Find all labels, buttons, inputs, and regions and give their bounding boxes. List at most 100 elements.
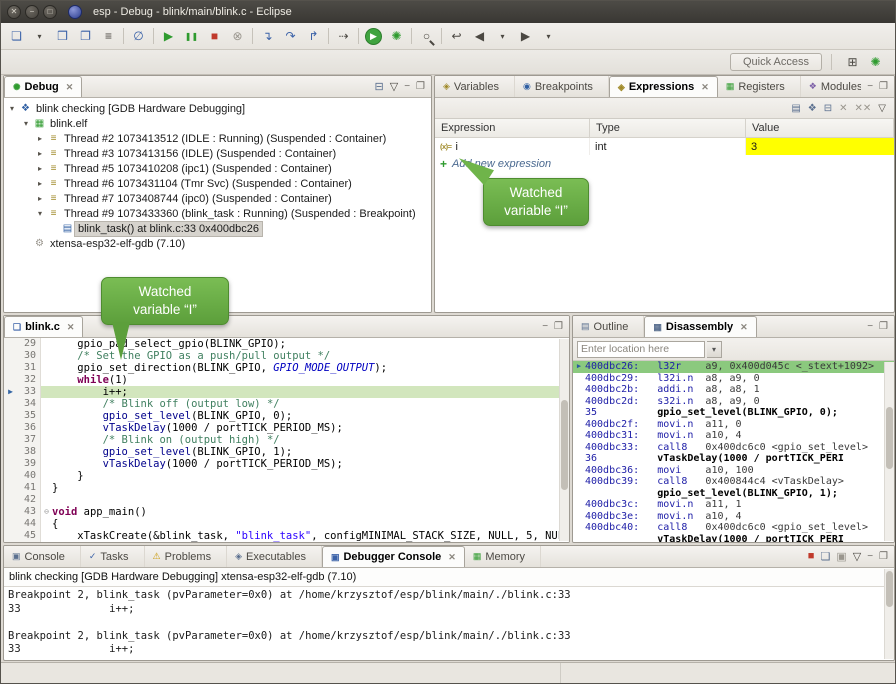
code-line[interactable]: 34 /* Blink off (output low) */: [4, 398, 569, 410]
code-line[interactable]: 44{: [4, 518, 569, 530]
code-text[interactable]: }: [52, 482, 569, 494]
expander-icon[interactable]: ▾: [34, 209, 46, 218]
code-line[interactable]: 36 vTaskDelay(1000 / portTICK_PERIOD_MS)…: [4, 422, 569, 434]
column-value[interactable]: Value: [746, 119, 894, 137]
close-button[interactable]: ✕: [7, 5, 21, 19]
minimize-icon[interactable]: −: [867, 551, 873, 562]
code-text[interactable]: }: [52, 470, 569, 482]
maximize-icon[interactable]: ❐: [879, 551, 888, 562]
debug-tree-item[interactable]: ▸≡Thread #7 1073408744 (ipc0) (Suspended…: [4, 191, 431, 206]
terminate-console-icon[interactable]: ■: [808, 550, 815, 563]
code-line[interactable]: 45 xTaskCreate(&blink_task, "blink_task"…: [4, 530, 569, 542]
tab-modules[interactable]: ❖Modules: [801, 76, 861, 97]
debug-tree-item[interactable]: ▸≡Thread #5 1073410208 (ipc1) (Suspended…: [4, 161, 431, 176]
fold-marker[interactable]: [41, 362, 52, 374]
add-expression-row[interactable]: +Add new expression: [435, 155, 894, 172]
editor-scrollbar[interactable]: [559, 339, 569, 541]
fold-marker[interactable]: [41, 446, 52, 458]
line-number[interactable]: 35: [17, 410, 41, 422]
close-icon[interactable]: ✕: [448, 552, 456, 563]
line-number[interactable]: 32: [17, 374, 41, 386]
save-icon[interactable]: ❒: [51, 26, 74, 47]
fold-marker[interactable]: [41, 386, 52, 398]
code-line[interactable]: 30 /* Set the GPIO as a push/pull output…: [4, 350, 569, 362]
last-edit-location-icon[interactable]: ↩: [445, 26, 468, 47]
tab-registers[interactable]: ▦Registers: [718, 76, 801, 97]
disassembly-line[interactable]: vTaskDelay(1000 / portTICK_PERI: [573, 534, 894, 544]
console-view-menu-icon[interactable]: ▽: [853, 550, 861, 563]
new-dropdown-icon[interactable]: ▾: [28, 26, 51, 47]
suspend-icon[interactable]: ❚❚: [180, 26, 203, 47]
clear-console-icon[interactable]: ❏: [820, 550, 830, 563]
disassembly-line[interactable]: 400dbc2b: addi.n a8, a8, 1: [573, 384, 894, 396]
tab-breakpoints[interactable]: ◉Breakpoints: [515, 76, 609, 97]
expander-icon[interactable]: ▾: [20, 119, 32, 128]
value-cell[interactable]: 3: [746, 138, 894, 155]
fold-marker[interactable]: [41, 422, 52, 434]
fold-marker[interactable]: [41, 338, 52, 350]
collapse-all-icon[interactable]: ⊟: [375, 80, 384, 93]
disassembly-scrollbar[interactable]: [884, 362, 894, 541]
disassembly-line[interactable]: gpio_set_level(BLINK_GPIO, 1);: [573, 488, 894, 500]
search-icon[interactable]: ○: [415, 26, 438, 47]
code-text[interactable]: while(1): [52, 374, 569, 386]
fold-marker[interactable]: ⊖: [41, 506, 52, 518]
type-cell[interactable]: int: [590, 138, 746, 155]
line-number[interactable]: 39: [17, 458, 41, 470]
disassembly-line[interactable]: 400dbc39: call8 0x400844c4 <vTaskDelay>: [573, 476, 894, 488]
close-icon[interactable]: ✕: [701, 82, 709, 93]
line-number[interactable]: 38: [17, 446, 41, 458]
show-type-names-icon[interactable]: ▤: [791, 103, 800, 114]
pin-console-icon[interactable]: ▣: [836, 550, 846, 563]
expander-icon[interactable]: ▸: [34, 134, 46, 143]
fold-marker[interactable]: [41, 374, 52, 386]
fold-marker[interactable]: [41, 350, 52, 362]
line-number[interactable]: 36: [17, 422, 41, 434]
step-over-icon[interactable]: ↷: [279, 26, 302, 47]
disassembly-line[interactable]: 400dbc36: movi a10, 100: [573, 465, 894, 477]
code-text[interactable]: vTaskDelay(1000 / portTICK_PERIOD_MS);: [52, 422, 569, 434]
minimize-icon[interactable]: −: [542, 321, 548, 332]
location-dropdown-icon[interactable]: ▾: [707, 341, 722, 358]
skip-breakpoints-icon[interactable]: ∅: [127, 26, 150, 47]
debug-tree-item[interactable]: ▸≡Thread #6 1073431104 (Tmr Svc) (Suspen…: [4, 176, 431, 191]
code-line[interactable]: 41}: [4, 482, 569, 494]
code-line[interactable]: 37 /* Blink on (output high) */: [4, 434, 569, 446]
location-input[interactable]: Enter location here: [577, 341, 705, 358]
code-text[interactable]: gpio_set_level(BLINK_GPIO, 0);: [52, 410, 569, 422]
debug-tree-item[interactable]: ▾▦blink.elf: [4, 116, 431, 131]
minimize-button[interactable]: −: [25, 5, 39, 19]
code-text[interactable]: void app_main(): [52, 506, 569, 518]
disassembly-line[interactable]: 400dbc40: call8 0x400dc6c0 <gpio_set_lev…: [573, 522, 894, 534]
debug-tree-item[interactable]: ⚙xtensa-esp32-elf-gdb (7.10): [4, 236, 431, 251]
column-expression[interactable]: Expression: [435, 119, 590, 137]
code-line[interactable]: 40 }: [4, 470, 569, 482]
fold-marker[interactable]: [41, 398, 52, 410]
minimize-icon[interactable]: −: [867, 321, 873, 332]
debug-tree-item[interactable]: ▸≡Thread #3 1073413156 (IDLE) (Suspended…: [4, 146, 431, 161]
fold-marker[interactable]: [41, 458, 52, 470]
code-text[interactable]: gpio_set_level(BLINK_GPIO, 1);: [52, 446, 569, 458]
disconnect-icon[interactable]: ⊗: [226, 26, 249, 47]
tab-memory[interactable]: ▦Memory: [465, 546, 541, 567]
expander-icon[interactable]: ▸: [34, 149, 46, 158]
step-return-icon[interactable]: ↱: [302, 26, 325, 47]
disassembly-line[interactable]: 400dbc29: l32i.n a8, a9, 0: [573, 373, 894, 385]
disassembly-line[interactable]: 400dbc33: call8 0x400dc6c0 <gpio_set_lev…: [573, 442, 894, 454]
disassembly-line[interactable]: 400dbc31: movi.n a10, 4: [573, 430, 894, 442]
tab-variables[interactable]: ◈Variables: [435, 76, 515, 97]
disassembly-listing[interactable]: ▶400dbc26: l32r a9, 0x400d045c <_stext+1…: [573, 361, 894, 543]
code-line[interactable]: 39 vTaskDelay(1000 / portTICK_PERIOD_MS)…: [4, 458, 569, 470]
fold-marker[interactable]: [41, 482, 52, 494]
maximize-icon[interactable]: ❐: [554, 321, 563, 332]
step-into-icon[interactable]: ↴: [256, 26, 279, 47]
new-wizard-icon[interactable]: ❏: [5, 26, 28, 47]
expression-cell[interactable]: (x)=i: [435, 138, 590, 155]
line-number[interactable]: 45: [17, 530, 41, 542]
maximize-button[interactable]: □: [43, 5, 57, 19]
run-icon[interactable]: ▶: [365, 28, 382, 45]
forward-dropdown-icon[interactable]: ▾: [537, 26, 560, 47]
expressions-view-menu-icon[interactable]: ▽: [878, 103, 886, 114]
code-line[interactable]: 42: [4, 494, 569, 506]
code-text[interactable]: {: [52, 518, 569, 530]
